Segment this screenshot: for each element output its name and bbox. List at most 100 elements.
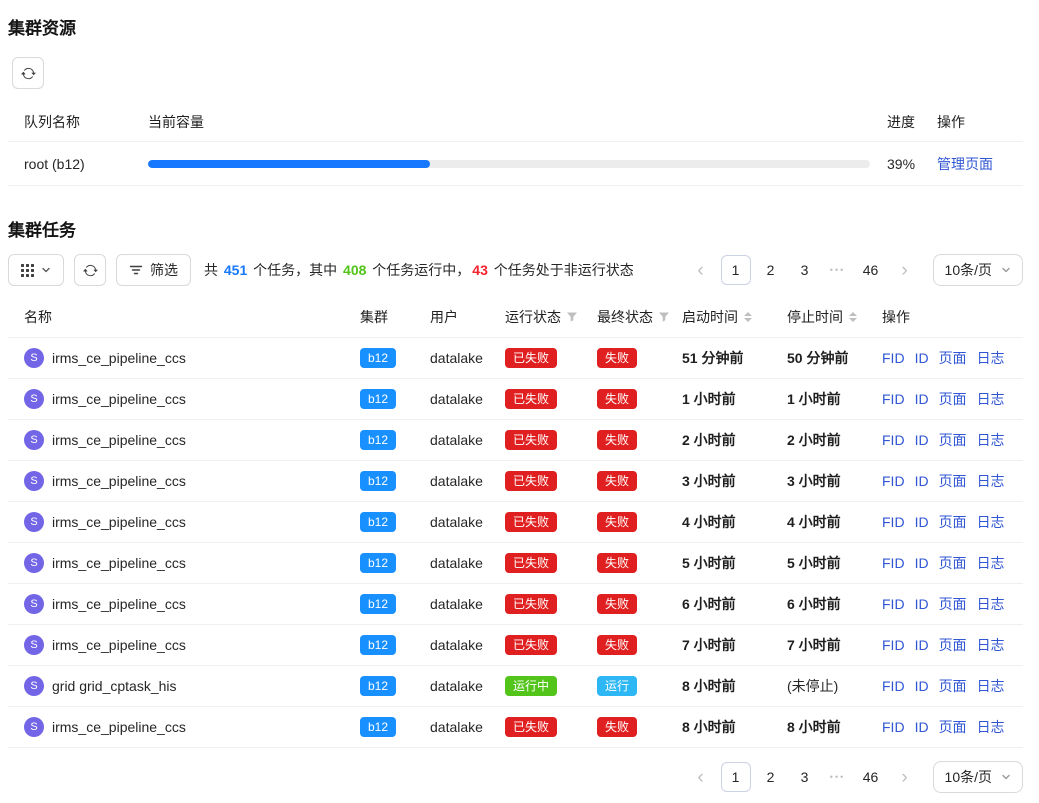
pagination-page-46[interactable]: 46 <box>857 255 885 285</box>
final-status-badge: 失败 <box>597 635 637 655</box>
task-table-row: S irms_ce_pipeline_ccs b12 datalake 已失败 … <box>8 543 1023 584</box>
log-link[interactable]: 日志 <box>977 348 1005 368</box>
cluster-badge: b12 <box>360 430 396 450</box>
page-link[interactable]: 页面 <box>939 471 967 491</box>
pagination-page-3[interactable]: 3 <box>791 762 819 792</box>
summary-text: 个任务运行中， <box>368 262 470 278</box>
task-stop-time: 1 小时前 <box>787 389 882 409</box>
pagination-page-3[interactable]: 3 <box>791 255 819 285</box>
log-link[interactable]: 日志 <box>977 471 1005 491</box>
run-status-badge: 已失败 <box>505 553 557 573</box>
page-link[interactable]: 页面 <box>939 348 967 368</box>
task-start-time: 1 小时前 <box>682 389 787 409</box>
header-start-time: 启动时间 <box>682 307 738 327</box>
fid-link[interactable]: FID <box>882 678 905 694</box>
page-link[interactable]: 页面 <box>939 389 967 409</box>
tasks-toolbar: 筛选 共 451 个任务，其中 408 个任务运行中，43 个任务处于非运行状态… <box>8 254 1023 286</box>
filter-button-label: 筛选 <box>150 260 178 280</box>
run-status-badge: 已失败 <box>505 635 557 655</box>
id-link[interactable]: ID <box>915 391 929 407</box>
task-start-time: 2 小时前 <box>682 430 787 450</box>
cluster-tasks-table: 名称 集群 用户 运行状态 最终状态 启动时间 停止时间 <box>8 296 1023 748</box>
pagination-page-1[interactable]: 1 <box>721 255 751 285</box>
cluster-badge: b12 <box>360 389 396 409</box>
cluster-tasks-title: 集群任务 <box>8 216 1023 241</box>
pagination-prev[interactable]: ‹ <box>687 762 715 792</box>
task-stop-time: (未停止) <box>787 676 882 696</box>
pagination-page-2[interactable]: 2 <box>757 762 785 792</box>
page-link[interactable]: 页面 <box>939 512 967 532</box>
layout-switch-button[interactable] <box>8 254 64 286</box>
pagination-prev[interactable]: ‹ <box>687 255 715 285</box>
start-time-sort-icon[interactable] <box>744 312 752 322</box>
log-link[interactable]: 日志 <box>977 430 1005 450</box>
task-user: datalake <box>430 637 505 653</box>
log-link[interactable]: 日志 <box>977 594 1005 614</box>
header-cluster: 集群 <box>360 307 430 327</box>
id-link[interactable]: ID <box>915 555 929 571</box>
cluster-badge: b12 <box>360 471 396 491</box>
task-avatar: S <box>24 430 44 450</box>
fid-link[interactable]: FID <box>882 391 905 407</box>
run-status-filter-icon[interactable] <box>566 311 578 323</box>
task-stop-time: 3 小时前 <box>787 471 882 491</box>
page-size-value: 10条/页 <box>945 260 992 280</box>
filter-button[interactable]: 筛选 <box>116 254 191 286</box>
run-status-badge: 运行中 <box>505 676 557 696</box>
fid-link[interactable]: FID <box>882 432 905 448</box>
task-avatar: S <box>24 512 44 532</box>
final-status-badge: 失败 <box>597 430 637 450</box>
page-link[interactable]: 页面 <box>939 635 967 655</box>
total-task-count: 451 <box>224 262 247 278</box>
manage-page-link[interactable]: 管理页面 <box>937 156 993 172</box>
task-avatar: S <box>24 389 44 409</box>
id-link[interactable]: ID <box>915 432 929 448</box>
log-link[interactable]: 日志 <box>977 389 1005 409</box>
log-link[interactable]: 日志 <box>977 676 1005 696</box>
chevron-down-icon <box>41 265 51 275</box>
log-link[interactable]: 日志 <box>977 717 1005 737</box>
pagination-ellipsis[interactable]: ••• <box>825 772 851 782</box>
fid-link[interactable]: FID <box>882 514 905 530</box>
task-user: datalake <box>430 391 505 407</box>
log-link[interactable]: 日志 <box>977 553 1005 573</box>
page-size-select[interactable]: 10条/页 <box>933 761 1023 793</box>
stop-time-sort-icon[interactable] <box>849 312 857 322</box>
fid-link[interactable]: FID <box>882 637 905 653</box>
page-link[interactable]: 页面 <box>939 717 967 737</box>
id-link[interactable]: ID <box>915 514 929 530</box>
final-status-badge: 失败 <box>597 512 637 532</box>
pagination-ellipsis[interactable]: ••• <box>825 265 851 275</box>
page-size-select[interactable]: 10条/页 <box>933 254 1023 286</box>
log-link[interactable]: 日志 <box>977 635 1005 655</box>
final-status-filter-icon[interactable] <box>658 311 670 323</box>
pagination-page-1[interactable]: 1 <box>721 762 751 792</box>
id-link[interactable]: ID <box>915 350 929 366</box>
page-link[interactable]: 页面 <box>939 594 967 614</box>
pagination-page-2[interactable]: 2 <box>757 255 785 285</box>
pagination-next[interactable]: › <box>891 762 919 792</box>
id-link[interactable]: ID <box>915 596 929 612</box>
id-link[interactable]: ID <box>915 473 929 489</box>
task-table-body: S irms_ce_pipeline_ccs b12 datalake 已失败 … <box>8 338 1023 748</box>
log-link[interactable]: 日志 <box>977 512 1005 532</box>
page-link[interactable]: 页面 <box>939 553 967 573</box>
fid-link[interactable]: FID <box>882 555 905 571</box>
task-table-row: S irms_ce_pipeline_ccs b12 datalake 已失败 … <box>8 502 1023 543</box>
fid-link[interactable]: FID <box>882 350 905 366</box>
fid-link[interactable]: FID <box>882 596 905 612</box>
page-link[interactable]: 页面 <box>939 430 967 450</box>
task-user: datalake <box>430 719 505 735</box>
id-link[interactable]: ID <box>915 637 929 653</box>
page-link[interactable]: 页面 <box>939 676 967 696</box>
id-link[interactable]: ID <box>915 678 929 694</box>
pagination-next[interactable]: › <box>891 255 919 285</box>
fid-link[interactable]: FID <box>882 473 905 489</box>
header-final-status: 最终状态 <box>597 307 653 327</box>
resources-refresh-button[interactable] <box>12 57 44 89</box>
fid-link[interactable]: FID <box>882 719 905 735</box>
pagination-page-46[interactable]: 46 <box>857 762 885 792</box>
id-link[interactable]: ID <box>915 719 929 735</box>
cluster-badge: b12 <box>360 594 396 614</box>
tasks-refresh-button[interactable] <box>74 254 106 286</box>
